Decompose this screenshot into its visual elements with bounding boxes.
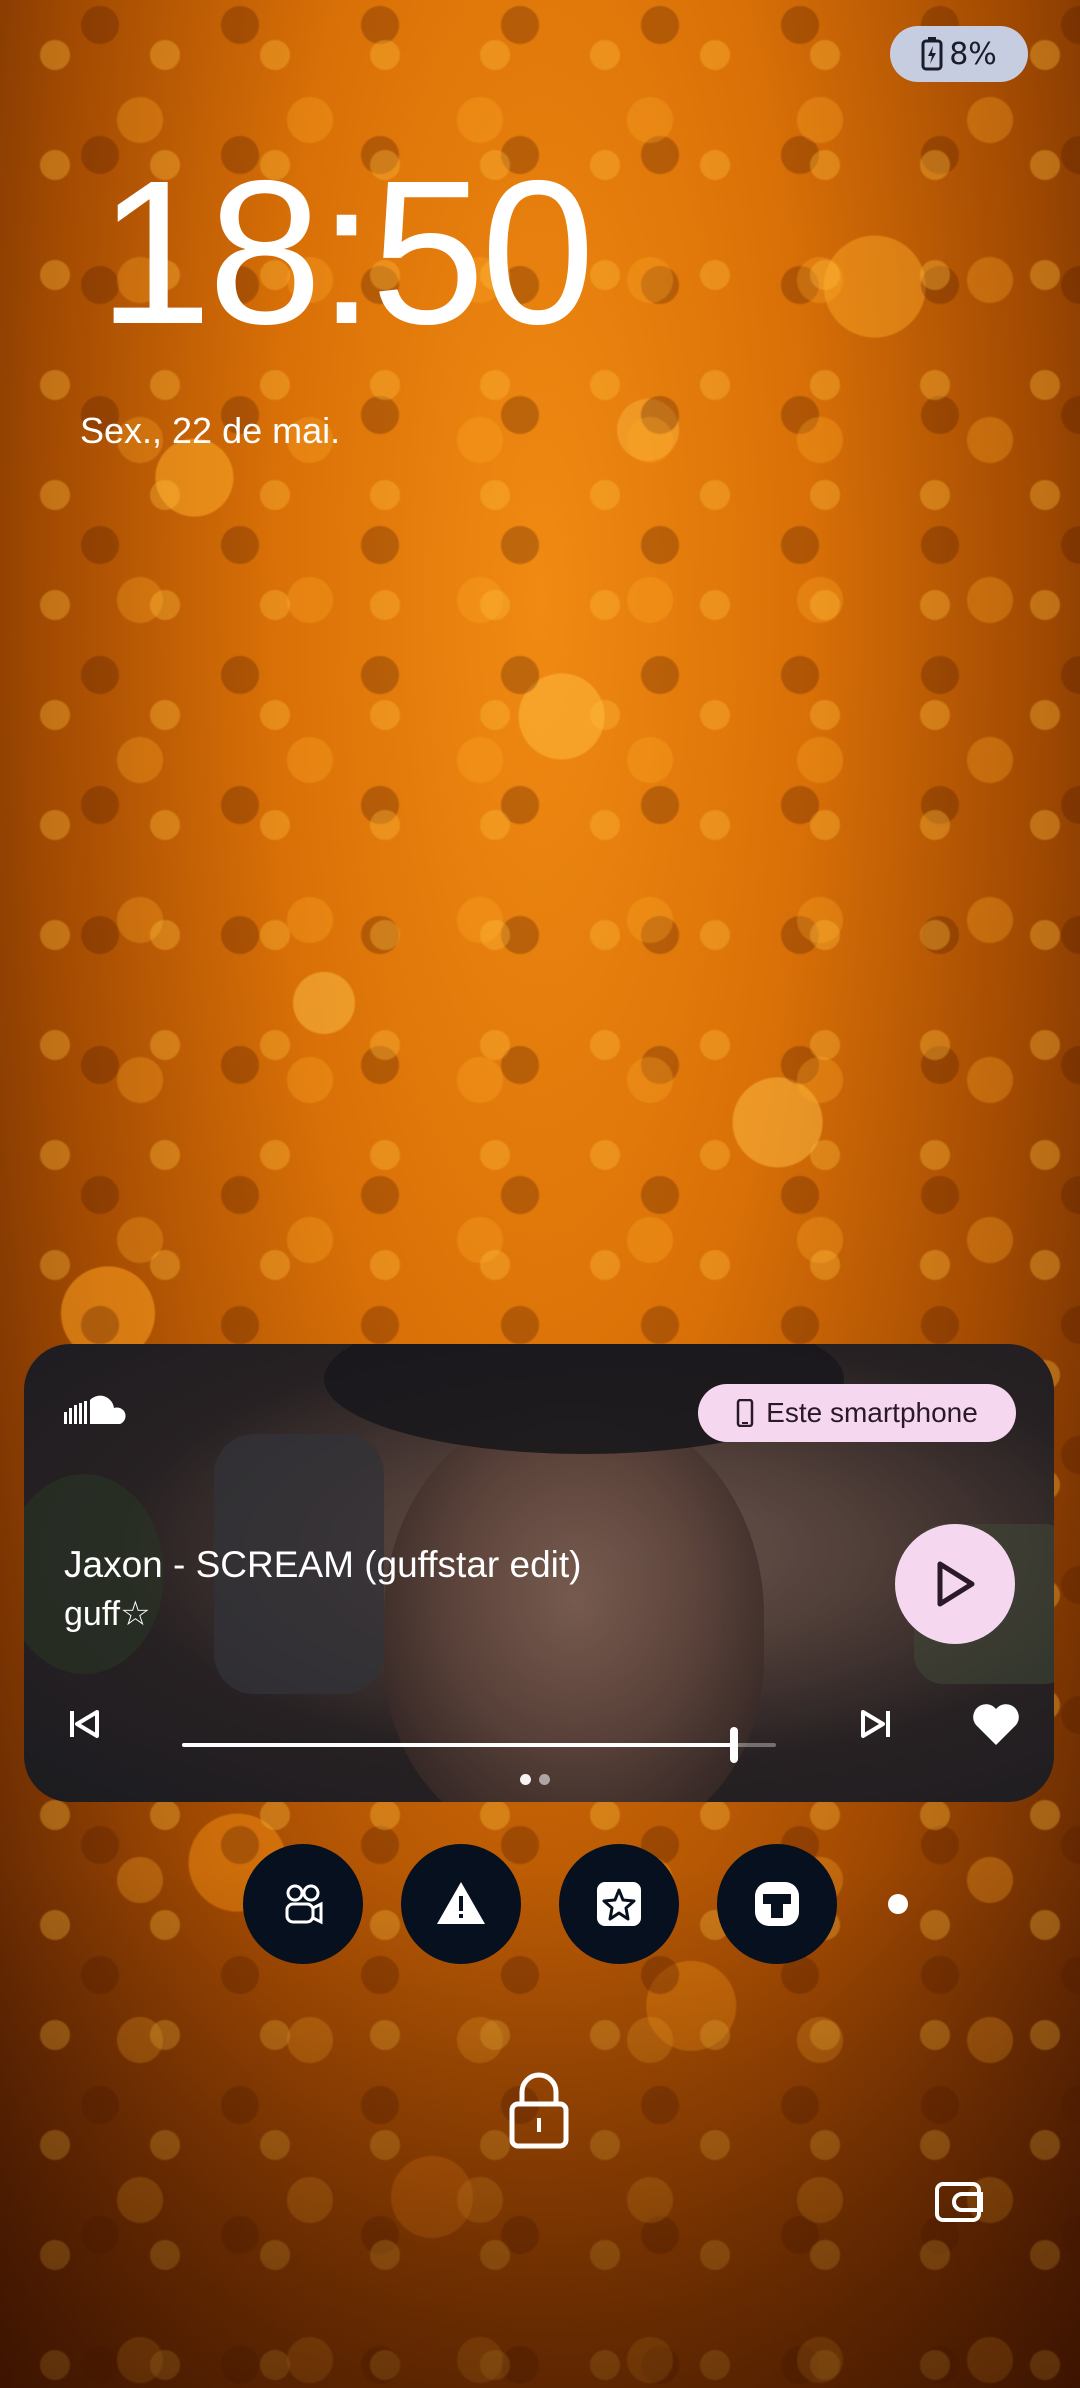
battery-status: 8% [890,26,1028,82]
track-artist: guff☆ [64,1595,151,1633]
lockscreen-date: Sex., 22 de mai. [80,410,341,451]
lockscreen-clock: 18:50 [98,138,595,367]
page-dot [520,1774,531,1785]
heart-icon [973,1704,1019,1745]
play-button[interactable] [895,1524,1015,1644]
skip-previous-icon [70,1710,99,1738]
wallet-icon[interactable] [934,2178,984,2224]
page-dot [539,1774,550,1785]
output-device-chip[interactable]: Este smartphone [698,1384,1016,1442]
like-button[interactable] [966,1694,1026,1754]
shortcut-warning[interactable] [401,1844,521,1964]
shortcuts-more-indicator [888,1894,908,1914]
track-title: Jaxon - SCREAM (guffstar edit) [64,1544,582,1585]
seek-progress [182,1743,735,1747]
battery-percentage: 8% [949,36,997,72]
seek-bar[interactable] [182,1727,776,1763]
shortcut-app-4[interactable] [717,1844,837,1964]
seek-thumb[interactable] [730,1727,739,1763]
output-device-label: Este smartphone [766,1397,978,1428]
shortcut-app-4-icon [755,1882,799,1926]
media-player-card[interactable]: Este smartphone Jaxon - SCREAM (guffstar… [24,1344,1054,1802]
shortcut-app-1[interactable] [243,1844,363,1964]
battery-charging-icon [921,37,943,71]
shortcut-app-1-icon [285,1884,323,1925]
shortcut-star[interactable] [559,1844,679,1964]
next-track-button[interactable] [846,1694,906,1754]
star-square-icon [597,1882,641,1926]
play-icon [937,1561,975,1607]
previous-track-button[interactable] [54,1694,114,1754]
skip-next-icon [861,1710,890,1738]
media-page-indicator [520,1774,550,1785]
soundcloud-icon [64,1395,126,1424]
smartphone-icon [736,1399,754,1427]
lock-icon[interactable] [506,2070,572,2150]
warning-icon [437,1882,485,1924]
